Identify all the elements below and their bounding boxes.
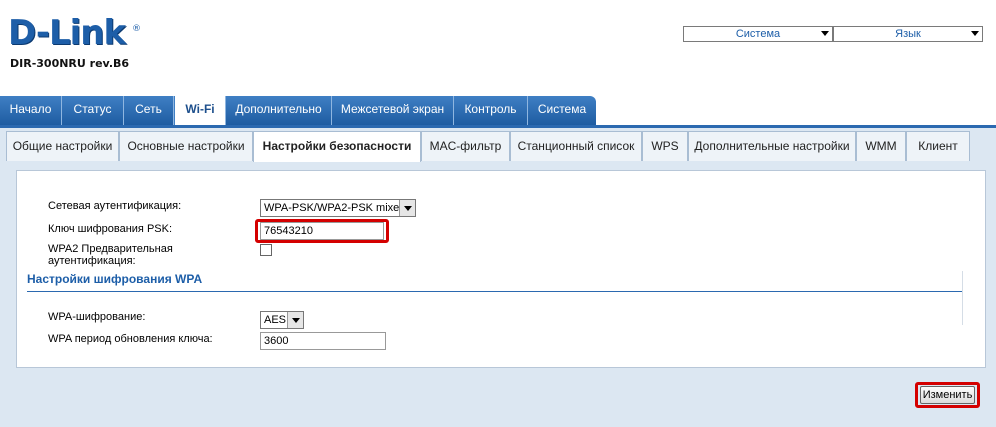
tab-start[interactable]: Начало — [0, 96, 62, 125]
subtab-wmm[interactable]: WMM — [856, 131, 906, 161]
subtab-wps[interactable]: WPS — [642, 131, 688, 161]
chevron-down-icon — [287, 312, 303, 328]
cipher-select-value: AES — [264, 314, 287, 326]
tab-status[interactable]: Статус — [62, 96, 124, 125]
chevron-down-icon — [821, 31, 829, 36]
tab-system[interactable]: Система — [528, 96, 596, 125]
tab-control[interactable]: Контроль — [454, 96, 528, 125]
tab-wifi[interactable]: Wi-Fi — [174, 96, 226, 126]
subtab-station-list[interactable]: Станционный список — [510, 131, 642, 161]
chevron-down-icon — [971, 31, 979, 36]
language-label: Язык — [895, 28, 921, 40]
subtab-mac-filter[interactable]: MAC-фильтр — [421, 131, 510, 161]
system-menu-label: Система — [735, 28, 781, 40]
rekey-label: WPA период обновления ключа: — [48, 333, 213, 345]
psk-input[interactable]: 76543210 — [260, 222, 384, 240]
chevron-down-icon — [399, 200, 415, 216]
wpa-section-title: Настройки шифрования WPA — [27, 272, 203, 286]
sub-nav: Общие настройки Основные настройки Настр… — [6, 131, 996, 162]
preauth-label-line1: WPA2 Предварительная — [48, 243, 173, 255]
cipher-select[interactable]: AES — [260, 311, 304, 329]
preauth-label-line2: аутентификация: — [48, 255, 136, 267]
subtab-general[interactable]: Общие настройки — [6, 131, 119, 161]
section-vertical-divider — [962, 271, 963, 325]
rekey-input[interactable]: 3600 — [260, 332, 386, 350]
subtab-client[interactable]: Клиент — [906, 131, 970, 161]
apply-button[interactable]: Изменить — [920, 386, 975, 404]
tab-network[interactable]: Сеть — [124, 96, 174, 125]
section-divider — [27, 291, 963, 292]
subtab-basic[interactable]: Основные настройки — [119, 131, 253, 161]
auth-select-value: WPA-PSK/WPA2-PSK mixed — [264, 202, 406, 214]
preauth-checkbox[interactable] — [260, 244, 272, 256]
subtab-advanced[interactable]: Дополнительные настройки — [688, 131, 856, 161]
tab-firewall[interactable]: Межсетевой экран — [332, 96, 454, 125]
language-select[interactable]: Язык — [833, 26, 983, 42]
system-menu-select[interactable]: Система — [683, 26, 833, 42]
cipher-label: WPA-шифрование: — [48, 311, 146, 323]
tab-advanced[interactable]: Дополнительно — [226, 96, 332, 125]
logo: D-Link — [8, 13, 126, 53]
auth-label: Сетевая аутентификация: — [48, 200, 182, 212]
auth-select[interactable]: WPA-PSK/WPA2-PSK mixed — [260, 199, 416, 217]
psk-label: Ключ шифрования PSK: — [48, 223, 173, 235]
logo-registered-mark: ® — [132, 24, 141, 34]
main-nav: Начало Статус Сеть Wi-Fi Дополнительно М… — [0, 96, 596, 126]
device-model: DIR-300NRU rev.B6 — [10, 57, 130, 70]
subtab-security[interactable]: Настройки безопасности — [253, 131, 421, 162]
